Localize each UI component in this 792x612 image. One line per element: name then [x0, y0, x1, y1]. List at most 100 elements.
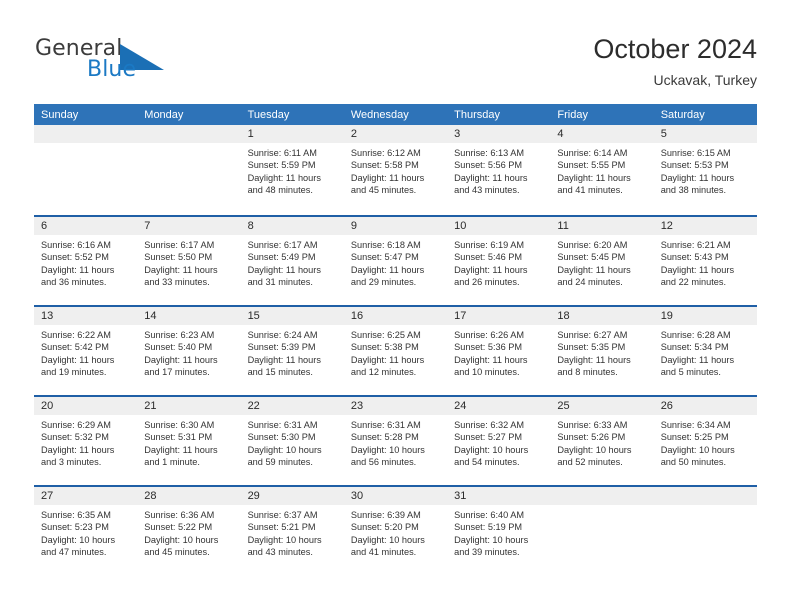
day-number: 8: [247, 220, 254, 232]
day-detail-line: Daylight: 11 hours: [41, 264, 115, 275]
calendar-day-cell[interactable]: 31 Sunrise: 6:40 AM Sunset: 5:19 PM Dayligh…: [447, 487, 551, 575]
day-number: 3: [454, 128, 461, 140]
day-detail-line: Sunrise: 6:24 AM: [247, 330, 318, 340]
day-detail-line: Sunset: 5:49 PM: [247, 252, 316, 263]
day-detail-line: Sunset: 5:42 PM: [41, 342, 109, 353]
day-number: 23: [350, 400, 364, 412]
calendar-day-cell[interactable]: 16 Sunrise: 6:25 AM Sunset: 5:38 PM Dayligh…: [343, 307, 448, 395]
calendar-day-cell[interactable]: 26 Sunrise: 6:34 AM Sunset: 5:25 PM Dayligh…: [653, 397, 757, 485]
calendar-day-cell[interactable]: 15 Sunrise: 6:24 AM Sunset: 5:39 PM Dayligh…: [240, 307, 344, 395]
day-number: 14: [144, 310, 157, 322]
day-number-strip: [550, 487, 654, 505]
day-detail-line: and 41 minutes.: [557, 185, 623, 196]
day-detail-line: Sunset: 5:52 PM: [41, 252, 109, 263]
day-number-strip: 30: [343, 487, 448, 505]
brand-logo[interactable]: General Blue: [35, 36, 165, 88]
day-details: Sunrise: 6:37 AM Sunset: 5:21 PM Daylight:…: [241, 505, 344, 559]
day-number: 20: [41, 400, 54, 412]
day-detail-line: Sunset: 5:21 PM: [247, 522, 316, 533]
day-number: 26: [660, 400, 673, 412]
day-details: Sunrise: 6:20 AM Sunset: 5:45 PM Daylight:…: [550, 235, 653, 289]
day-details: Sunrise: 6:29 AM Sunset: 5:32 PM Daylight:…: [34, 415, 137, 469]
day-details: Sunrise: 6:31 AM Sunset: 5:28 PM Daylight:…: [344, 415, 447, 469]
day-detail-line: and 45 minutes.: [144, 547, 210, 558]
weekday-header-wednesday: Wednesday: [350, 108, 409, 121]
day-details: [34, 143, 137, 147]
day-detail-line: Sunrise: 6:17 AM: [144, 240, 215, 250]
day-details: Sunrise: 6:35 AM Sunset: 5:23 PM Daylight:…: [34, 505, 137, 559]
calendar-day-cell[interactable]: 10 Sunrise: 6:19 AM Sunset: 5:46 PM Dayligh…: [447, 217, 551, 305]
day-number: 21: [144, 400, 157, 412]
day-number-strip: 4: [550, 125, 654, 143]
day-detail-line: Daylight: 11 hours: [454, 264, 528, 275]
calendar-week-row: 6 Sunrise: 6:16 AM Sunset: 5:52 PM Daylight…: [34, 215, 757, 305]
calendar-day-cell[interactable]: 18 Sunrise: 6:27 AM Sunset: 5:35 PM Dayligh…: [550, 307, 654, 395]
day-detail-line: and 24 minutes.: [557, 277, 623, 288]
day-detail-line: Daylight: 10 hours: [454, 444, 529, 455]
day-detail-line: Daylight: 11 hours: [660, 264, 735, 275]
day-number-strip: 2: [343, 125, 448, 143]
day-number-strip: 11: [550, 217, 654, 235]
calendar-day-cell[interactable]: 21 Sunrise: 6:30 AM Sunset: 5:31 PM Dayligh…: [137, 397, 241, 485]
day-detail-line: Sunrise: 6:18 AM: [350, 240, 421, 250]
calendar-day-cell[interactable]: 14 Sunrise: 6:23 AM Sunset: 5:40 PM Dayligh…: [137, 307, 241, 395]
day-detail-line: Sunrise: 6:25 AM: [350, 330, 421, 340]
day-detail-line: Daylight: 11 hours: [557, 172, 631, 183]
day-number: 15: [247, 310, 260, 322]
day-number-strip: 25: [550, 397, 654, 415]
calendar-day-cell[interactable]: 11 Sunrise: 6:20 AM Sunset: 5:45 PM Dayligh…: [550, 217, 654, 305]
day-detail-line: Daylight: 10 hours: [350, 444, 425, 455]
day-detail-line: Sunrise: 6:27 AM: [557, 330, 628, 340]
calendar-day-cell[interactable]: 28 Sunrise: 6:36 AM Sunset: 5:22 PM Dayligh…: [137, 487, 241, 575]
day-number-strip: 10: [447, 217, 551, 235]
day-detail-line: Sunrise: 6:29 AM: [41, 420, 111, 430]
day-detail-line: and 26 minutes.: [454, 277, 520, 288]
day-number-strip: 8: [240, 217, 344, 235]
calendar-day-cell[interactable]: 30 Sunrise: 6:39 AM Sunset: 5:20 PM Dayligh…: [343, 487, 448, 575]
calendar-day-cell[interactable]: 19 Sunrise: 6:28 AM Sunset: 5:34 PM Dayligh…: [653, 307, 757, 395]
calendar-day-cell[interactable]: 24 Sunrise: 6:32 AM Sunset: 5:27 PM Dayligh…: [447, 397, 551, 485]
day-details: Sunrise: 6:40 AM Sunset: 5:19 PM Daylight:…: [447, 505, 550, 559]
day-detail-line: Sunset: 5:19 PM: [454, 522, 523, 533]
calendar-week-row: 27 Sunrise: 6:35 AM Sunset: 5:23 PM Dayligh…: [34, 485, 757, 575]
day-number: 31: [454, 490, 467, 502]
calendar-day-cell[interactable]: 23 Sunrise: 6:31 AM Sunset: 5:28 PM Dayligh…: [343, 397, 448, 485]
day-details: Sunrise: 6:13 AM Sunset: 5:56 PM Daylight:…: [447, 143, 550, 197]
calendar-day-cell[interactable]: 25 Sunrise: 6:33 AM Sunset: 5:26 PM Dayligh…: [550, 397, 654, 485]
calendar-day-cell[interactable]: 4 Sunrise: 6:14 AM Sunset: 5:55 PM Daylight…: [550, 125, 654, 213]
day-details: Sunrise: 6:17 AM Sunset: 5:49 PM Daylight:…: [241, 235, 344, 289]
day-detail-line: Daylight: 10 hours: [660, 444, 735, 455]
calendar-day-cell[interactable]: 13 Sunrise: 6:22 AM Sunset: 5:42 PM Dayligh…: [34, 307, 138, 395]
day-detail-line: and 10 minutes.: [454, 367, 520, 378]
calendar-day-cell[interactable]: 20 Sunrise: 6:29 AM Sunset: 5:32 PM Dayligh…: [34, 397, 138, 485]
calendar-day-cell[interactable]: 5 Sunrise: 6:15 AM Sunset: 5:53 PM Daylight…: [653, 125, 757, 213]
calendar-day-cell[interactable]: 6 Sunrise: 6:16 AM Sunset: 5:52 PM Daylight…: [34, 217, 138, 305]
calendar-day-cell[interactable]: 8 Sunrise: 6:17 AM Sunset: 5:49 PM Daylight…: [240, 217, 344, 305]
calendar-day-cell[interactable]: 27 Sunrise: 6:35 AM Sunset: 5:23 PM Dayligh…: [34, 487, 138, 575]
day-detail-line: and 22 minutes.: [660, 277, 727, 288]
day-detail-line: Sunrise: 6:40 AM: [454, 510, 525, 520]
day-detail-line: Daylight: 10 hours: [144, 534, 219, 545]
day-detail-line: Daylight: 11 hours: [350, 172, 425, 183]
calendar-day-cell[interactable]: 9 Sunrise: 6:18 AM Sunset: 5:47 PM Daylight…: [343, 217, 448, 305]
day-detail-line: Sunrise: 6:17 AM: [247, 240, 318, 250]
calendar-day-cell[interactable]: 3 Sunrise: 6:13 AM Sunset: 5:56 PM Daylight…: [447, 125, 551, 213]
day-number: 27: [41, 490, 54, 502]
calendar-day-cell[interactable]: 7 Sunrise: 6:17 AM Sunset: 5:50 PM Daylight…: [137, 217, 241, 305]
day-detail-line: and 45 minutes.: [350, 185, 417, 196]
day-detail-line: Daylight: 11 hours: [350, 354, 425, 365]
calendar-day-cell[interactable]: 22 Sunrise: 6:31 AM Sunset: 5:30 PM Dayligh…: [240, 397, 344, 485]
calendar-day-cell[interactable]: 17 Sunrise: 6:26 AM Sunset: 5:36 PM Dayligh…: [447, 307, 551, 395]
calendar-day-cell[interactable]: 1 Sunrise: 6:11 AM Sunset: 5:59 PM Daylight…: [240, 125, 344, 213]
calendar-day-cell[interactable]: 29 Sunrise: 6:37 AM Sunset: 5:21 PM Dayligh…: [240, 487, 344, 575]
calendar-day-cell[interactable]: 12 Sunrise: 6:21 AM Sunset: 5:43 PM Dayligh…: [653, 217, 757, 305]
day-detail-line: and 59 minutes.: [247, 457, 313, 468]
calendar-day-cell[interactable]: 2 Sunrise: 6:12 AM Sunset: 5:58 PM Daylight…: [343, 125, 448, 213]
day-details: Sunrise: 6:15 AM Sunset: 5:53 PM Daylight:…: [654, 143, 757, 197]
day-detail-line: Daylight: 10 hours: [247, 444, 322, 455]
day-detail-line: Sunrise: 6:37 AM: [247, 510, 318, 520]
day-number: 7: [144, 220, 151, 232]
day-detail-line: Sunset: 5:36 PM: [454, 342, 523, 353]
day-number-strip: 31: [447, 487, 551, 505]
day-number-strip: 1: [240, 125, 344, 143]
